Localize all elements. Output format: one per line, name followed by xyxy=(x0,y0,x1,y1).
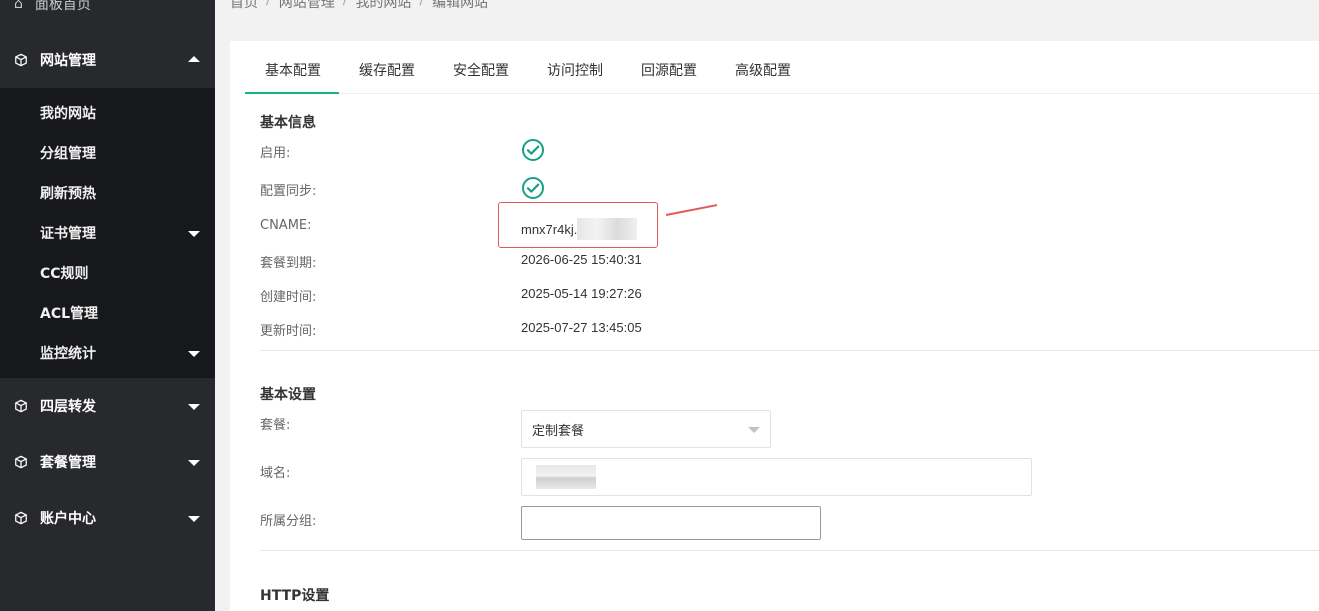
breadcrumb-home[interactable]: 首页 xyxy=(230,0,258,12)
caret-down-icon xyxy=(748,427,760,433)
breadcrumb-separator: / xyxy=(266,0,271,8)
section-title-http-settings: HTTP设置 xyxy=(260,588,330,604)
sidebar-item-label: CC规则 xyxy=(40,266,89,282)
plan-label: 套餐: xyxy=(260,418,291,433)
group-label: 所属分组: xyxy=(260,514,317,529)
cube-icon xyxy=(14,455,28,469)
sidebar-item-label: 刷新预热 xyxy=(40,186,96,202)
section-title-basic-settings: 基本设置 xyxy=(260,387,316,403)
sync-label: 配置同步: xyxy=(260,184,317,199)
domain-input[interactable] xyxy=(521,458,1032,496)
redacted-block xyxy=(577,218,638,240)
cname-value: mnx7r4kj. xyxy=(521,218,638,240)
sidebar-item-label: 面板首页 xyxy=(34,0,91,13)
chevron-down-icon xyxy=(188,460,200,466)
annotation-line xyxy=(665,204,718,216)
updated-value: 2025-07-27 13:45:05 xyxy=(521,320,642,335)
chevron-up-icon xyxy=(188,56,200,62)
sidebar-item-label: ACL管理 xyxy=(40,306,99,322)
created-value: 2025-05-14 19:27:26 xyxy=(521,286,642,301)
sidebar-group-website[interactable]: 网站管理 xyxy=(0,32,215,88)
plan-select[interactable]: 定制套餐 xyxy=(521,410,771,448)
enabled-label: 启用: xyxy=(260,146,291,161)
tab-access-control[interactable]: 访问控制 xyxy=(527,52,621,94)
redacted-block xyxy=(536,465,596,489)
sidebar-submenu: 我的网站 分组管理 刷新预热 证书管理 CC规则 ACL管理 监控统计 xyxy=(0,88,215,378)
cube-icon xyxy=(14,399,28,413)
sidebar-group-plans[interactable]: 套餐管理 xyxy=(0,434,215,490)
group-input[interactable] xyxy=(521,506,821,540)
plan-select-value: 定制套餐 xyxy=(532,423,585,439)
sidebar-item-monitor[interactable]: 监控统计 xyxy=(0,333,215,373)
check-circle-icon xyxy=(522,139,544,161)
tab-basic-config[interactable]: 基本配置 xyxy=(245,52,339,94)
sidebar-item-label: 我的网站 xyxy=(40,106,96,122)
cname-label: CNAME: xyxy=(260,218,312,233)
chevron-down-icon xyxy=(188,404,200,410)
tab-bar: 基本配置 缓存配置 安全配置 访问控制 回源配置 高级配置 xyxy=(245,52,1319,94)
sidebar-item-refresh[interactable]: 刷新预热 xyxy=(0,173,215,213)
home-icon: ⌂ xyxy=(14,0,23,12)
sidebar-item-my-sites[interactable]: 我的网站 xyxy=(0,93,215,133)
sidebar-item-label: 证书管理 xyxy=(40,226,96,242)
sidebar-item-label: 监控统计 xyxy=(40,346,96,362)
sidebar-item-cc-rules[interactable]: CC规则 xyxy=(0,253,215,293)
sidebar: ⌂ 面板首页 网站管理 我的网站 分组管理 刷新预热 证书管理 CC规则 ACL… xyxy=(0,0,215,611)
breadcrumb-separator: / xyxy=(342,0,348,8)
breadcrumb-my-sites[interactable]: 我的网站 xyxy=(355,0,411,12)
tab-security-config[interactable]: 安全配置 xyxy=(433,52,527,94)
chevron-down-icon xyxy=(188,516,200,522)
cname-text: mnx7r4kj. xyxy=(521,221,578,237)
sidebar-item-groups[interactable]: 分组管理 xyxy=(0,133,215,173)
domain-label: 域名: xyxy=(260,466,291,481)
expire-label: 套餐到期: xyxy=(260,256,317,271)
expire-value: 2026-06-25 15:40:31 xyxy=(521,252,642,267)
sidebar-group-label: 四层转发 xyxy=(40,399,96,415)
sidebar-group-label: 网站管理 xyxy=(40,53,96,69)
sidebar-group-label: 账户中心 xyxy=(40,511,96,527)
sidebar-group-l4[interactable]: 四层转发 xyxy=(0,378,215,434)
section-divider xyxy=(260,350,1319,351)
section-title-basic-info: 基本信息 xyxy=(260,115,316,131)
sidebar-group-account[interactable]: 账户中心 xyxy=(0,490,215,546)
sidebar-item-label: 分组管理 xyxy=(40,146,96,162)
tab-origin-config[interactable]: 回源配置 xyxy=(621,52,715,94)
sidebar-item-certs[interactable]: 证书管理 xyxy=(0,213,215,253)
chevron-down-icon xyxy=(188,351,200,357)
breadcrumb: 首页 / 网站管理 / 我的网站 / 编辑网站 xyxy=(230,0,488,12)
section-divider xyxy=(260,550,1319,551)
check-circle-icon xyxy=(522,177,544,199)
updated-label: 更新时间: xyxy=(260,324,317,339)
created-label: 创建时间: xyxy=(260,290,317,305)
sidebar-item-dashboard[interactable]: ⌂ 面板首页 xyxy=(0,0,215,20)
tab-cache-config[interactable]: 缓存配置 xyxy=(339,52,433,94)
chevron-down-icon xyxy=(188,231,200,237)
breadcrumb-separator: / xyxy=(419,0,425,8)
sidebar-item-acl[interactable]: ACL管理 xyxy=(0,293,215,333)
cube-icon xyxy=(14,53,28,67)
breadcrumb-current: 编辑网站 xyxy=(432,0,489,11)
breadcrumb-website-mgmt[interactable]: 网站管理 xyxy=(279,0,335,12)
tab-advanced-config[interactable]: 高级配置 xyxy=(715,52,809,94)
edit-site-card: 基本配置 缓存配置 安全配置 访问控制 回源配置 高级配置 基本信息 启用: 配… xyxy=(230,41,1319,611)
sidebar-group-label: 套餐管理 xyxy=(40,455,96,471)
cube-icon xyxy=(14,511,28,525)
